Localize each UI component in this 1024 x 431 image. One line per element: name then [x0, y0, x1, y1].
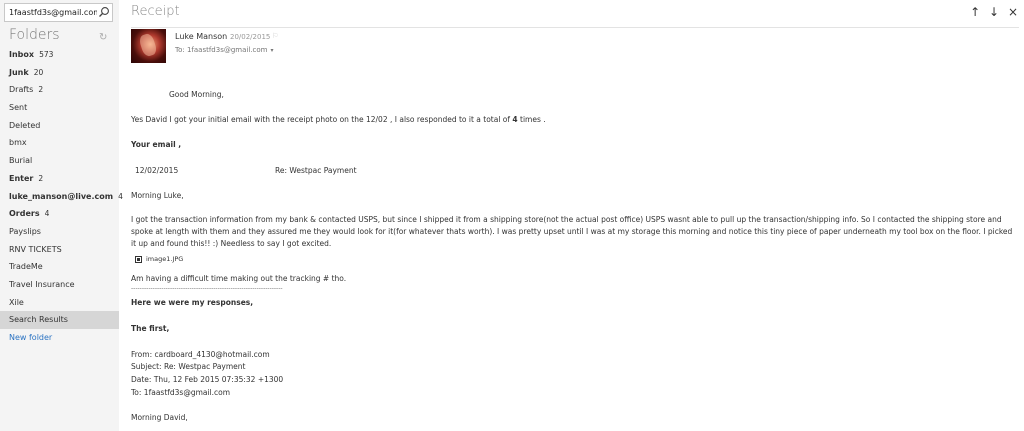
- reading-pane: Receipt ↑ ↓ × Luke Manson 20/02/2015 ⚐ T…: [119, 0, 1024, 431]
- quoted-from: From: cardboard_4130@hotmail.com: [131, 350, 270, 359]
- recipient-text: To: 1faastfd3s@gmail.com: [175, 46, 268, 54]
- separator-line: ----------------------------------------…: [131, 285, 283, 292]
- body-text-end: times .: [517, 115, 546, 124]
- folder-item-luke-manson-live-com[interactable]: luke_manson@live.com 4: [0, 188, 123, 206]
- folder-label: Orders: [9, 209, 40, 219]
- folder-label: Enter: [9, 173, 34, 183]
- folder-item-deleted[interactable]: Deleted: [0, 117, 119, 135]
- folder-label: luke_manson@live.com: [9, 191, 114, 201]
- new-folder-link[interactable]: New folder: [0, 329, 119, 347]
- header-divider: [131, 27, 1019, 28]
- flag-icon[interactable]: ⚐: [272, 32, 278, 40]
- folder-count: 2: [38, 85, 44, 95]
- folder-label: Burial: [9, 156, 33, 166]
- quoted-greeting-david: Morning David,: [131, 413, 188, 422]
- folder-item-drafts[interactable]: Drafts 2: [0, 81, 119, 99]
- quoted-greeting: Morning Luke,: [131, 191, 184, 200]
- folder-label: Drafts: [9, 85, 34, 95]
- folder-label: Deleted: [9, 120, 41, 130]
- folder-label: Xile: [9, 297, 24, 307]
- your-email-label: Your email ,: [131, 140, 182, 149]
- folder-item-search-results[interactable]: Search Results: [0, 311, 119, 329]
- folder-item-travel-insurance[interactable]: Travel Insurance: [0, 276, 119, 294]
- folder-list: Inbox 573 Junk 20 Drafts 2 Sent Deleted bmx Buria…: [0, 46, 123, 347]
- next-arrow-icon[interactable]: ↓: [989, 5, 999, 19]
- folder-item-trademe[interactable]: TradeMe: [0, 258, 119, 276]
- greeting: Good Morning,: [169, 90, 224, 99]
- quoted-subject: Re: Westpac Payment: [275, 166, 357, 175]
- quoted-to: To: 1faastfd3s@gmail.com: [131, 388, 231, 397]
- folder-item-junk[interactable]: Junk 20: [0, 64, 119, 82]
- refresh-icon[interactable]: ↻: [99, 32, 107, 43]
- folder-label: Search Results: [9, 315, 68, 325]
- folder-count: 20: [33, 67, 44, 77]
- image-icon: [135, 255, 142, 263]
- body-text: Yes David I got your initial email with …: [131, 115, 513, 124]
- folder-count: 573: [39, 50, 54, 59]
- folder-label: RNV TICKETS: [9, 244, 62, 254]
- folder-label: bmx: [9, 138, 27, 148]
- folder-count: 2: [38, 173, 44, 183]
- folder-label: Travel Insurance: [9, 279, 75, 289]
- folder-item-bmx[interactable]: bmx: [0, 134, 119, 152]
- message-nav: ↑ ↓ ×: [965, 5, 1018, 19]
- folders-heading: Folders: [9, 27, 60, 43]
- folder-pane: Folders ↻ Inbox 573 Junk 20 Drafts 2 Sent Delet…: [0, 0, 123, 431]
- folder-item-orders[interactable]: Orders 4: [0, 205, 119, 223]
- previous-arrow-icon[interactable]: ↑: [970, 5, 980, 19]
- recipient-line[interactable]: To: 1faastfd3s@gmail.com ▾: [175, 46, 273, 54]
- first-heading: The first,: [131, 324, 170, 333]
- search-icon[interactable]: [98, 6, 110, 18]
- folder-item-enter[interactable]: Enter 2: [0, 170, 119, 188]
- chevron-down-icon[interactable]: ▾: [270, 47, 273, 54]
- folder-label: TradeMe: [9, 262, 43, 272]
- attachment-name[interactable]: image1.JPG: [146, 255, 183, 263]
- quoted-date-line: Date: Thu, 12 Feb 2015 07:35:32 +1300: [131, 375, 284, 384]
- responses-heading: Here we were my responses,: [131, 298, 254, 307]
- email-subject: Receipt: [131, 4, 180, 19]
- search-input[interactable]: [5, 4, 97, 21]
- sent-date: 20/02/2015: [230, 33, 271, 41]
- quoted-date: 12/02/2015: [135, 166, 179, 175]
- folder-item-inbox[interactable]: Inbox 573: [0, 46, 119, 64]
- quoted-subject-line: Subject: Re: Westpac Payment: [131, 362, 246, 371]
- attachment[interactable]: image1.JPG: [135, 254, 183, 263]
- body-line: Yes David I got your initial email with …: [131, 115, 546, 124]
- folder-count: 4: [44, 209, 50, 219]
- folder-label: Sent: [9, 103, 28, 113]
- folder-item-payslips[interactable]: Payslips: [0, 223, 119, 241]
- search-box[interactable]: [4, 3, 113, 22]
- quoted-paragraph: I got the transaction information from m…: [131, 215, 1013, 248]
- folder-item-burial[interactable]: Burial: [0, 152, 119, 170]
- close-icon[interactable]: ×: [1008, 5, 1018, 19]
- folder-item-xile[interactable]: Xile: [0, 294, 119, 312]
- folder-item-sent[interactable]: Sent: [0, 99, 119, 117]
- sender-avatar: [131, 29, 166, 63]
- tracking-line: Am having a difficult time making out th…: [131, 274, 347, 283]
- folder-label: Inbox: [9, 50, 35, 59]
- folder-label: Payslips: [9, 226, 41, 236]
- folder-item-rnv-tickets[interactable]: RNV TICKETS: [0, 241, 119, 259]
- folder-label: Junk: [9, 67, 29, 77]
- sender-name[interactable]: Luke Manson: [175, 32, 227, 41]
